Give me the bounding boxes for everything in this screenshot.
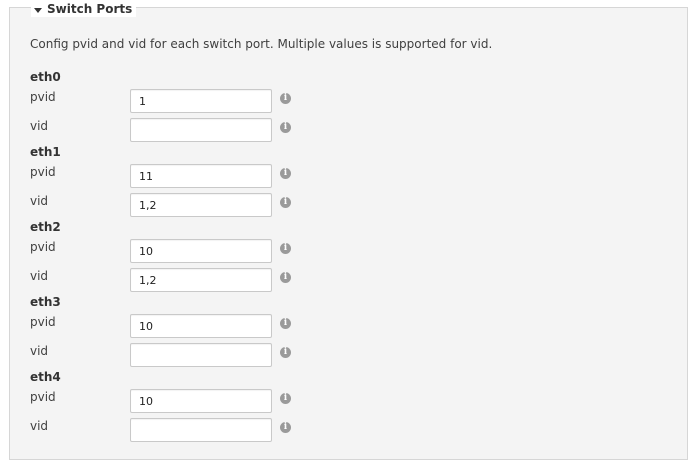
info-icon[interactable]: i bbox=[280, 393, 291, 404]
vid-label-eth4: vid bbox=[30, 419, 49, 433]
caret-down-icon bbox=[34, 7, 42, 13]
section-description: Config pvid and vid for each switch port… bbox=[30, 37, 493, 51]
info-icon[interactable]: i bbox=[280, 197, 291, 208]
vid-input-eth1[interactable] bbox=[130, 193, 272, 217]
vid-label-eth1: vid bbox=[30, 194, 49, 208]
vid-label-eth0: vid bbox=[30, 119, 49, 133]
vid-label-eth3: vid bbox=[30, 344, 49, 358]
info-icon[interactable]: i bbox=[280, 422, 291, 433]
pvid-label-eth4: pvid bbox=[30, 390, 56, 404]
pvid-input-eth4[interactable] bbox=[130, 389, 272, 413]
vid-input-eth4[interactable] bbox=[130, 418, 272, 442]
info-icon[interactable]: i bbox=[280, 243, 291, 254]
info-icon[interactable]: i bbox=[280, 93, 291, 104]
port-heading-eth1: eth1 bbox=[30, 145, 61, 159]
pvid-label-eth0: pvid bbox=[30, 90, 56, 104]
info-icon[interactable]: i bbox=[280, 347, 291, 358]
pvid-input-eth3[interactable] bbox=[130, 314, 272, 338]
info-icon[interactable]: i bbox=[280, 168, 291, 179]
vid-label-eth2: vid bbox=[30, 269, 49, 283]
info-icon[interactable]: i bbox=[280, 272, 291, 283]
pvid-input-eth1[interactable] bbox=[130, 164, 272, 188]
switch-ports-fieldset: Switch Ports Config pvid and vid for eac… bbox=[9, 1, 688, 460]
switch-ports-legend-toggle[interactable]: Switch Ports bbox=[31, 1, 137, 17]
pvid-input-eth2[interactable] bbox=[130, 239, 272, 263]
section-title: Switch Ports bbox=[47, 2, 133, 16]
port-heading-eth3: eth3 bbox=[30, 295, 61, 309]
port-heading-eth0: eth0 bbox=[30, 70, 61, 84]
switch-ports-page: Switch Ports Config pvid and vid for eac… bbox=[0, 0, 694, 469]
pvid-input-eth0[interactable] bbox=[130, 89, 272, 113]
info-icon[interactable]: i bbox=[280, 122, 291, 133]
vid-input-eth0[interactable] bbox=[130, 118, 272, 142]
pvid-label-eth1: pvid bbox=[30, 165, 56, 179]
port-heading-eth4: eth4 bbox=[30, 370, 61, 384]
port-heading-eth2: eth2 bbox=[30, 220, 61, 234]
info-icon[interactable]: i bbox=[280, 318, 291, 329]
pvid-label-eth3: pvid bbox=[30, 315, 56, 329]
vid-input-eth3[interactable] bbox=[130, 343, 272, 367]
vid-input-eth2[interactable] bbox=[130, 268, 272, 292]
pvid-label-eth2: pvid bbox=[30, 240, 56, 254]
